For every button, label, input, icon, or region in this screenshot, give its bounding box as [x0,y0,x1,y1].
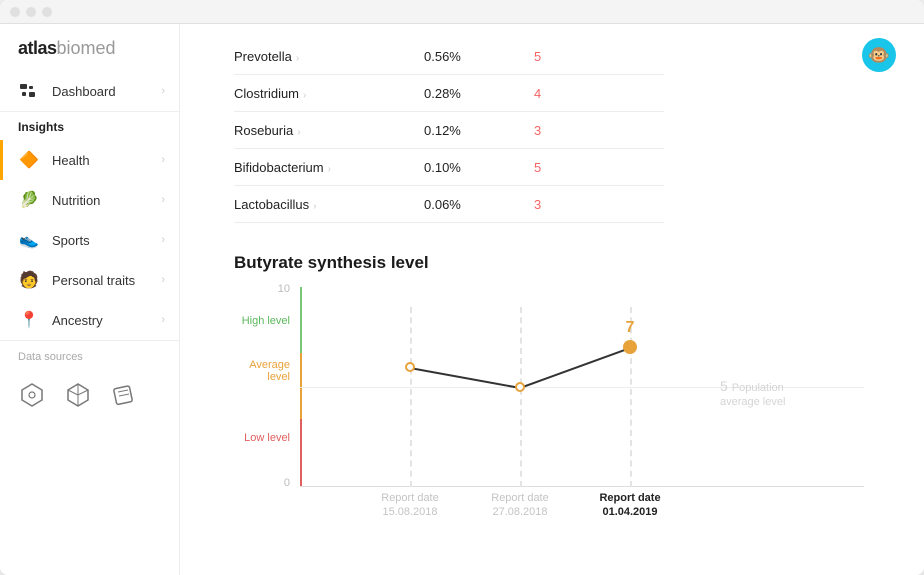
row-percent: 0.06% [424,197,534,212]
sidebar-item-label: Personal traits [52,273,135,288]
traffic-light-dot [26,7,36,17]
data-source-hex-icon[interactable] [18,381,46,409]
sidebar-item-label: Nutrition [52,193,100,208]
row-percent: 0.56% [424,49,534,64]
y-band-high: High level [242,315,290,327]
chevron-right-icon: › [161,194,165,206]
row-name: Roseburia [234,123,293,138]
chevron-right-icon: › [161,154,165,166]
y-tick-max: 10 [278,283,290,295]
sidebar-section-insights: Insights [0,111,179,140]
sidebar: atlasbiomed Dashboard › Insights 🔶 Hea [0,24,180,575]
x-axis-labels: Report date15.08.2018 Report date27.08.20… [300,487,864,517]
row-score: 4 [534,86,541,101]
data-point[interactable] [405,362,415,372]
row-score: 5 [534,49,541,64]
row-score: 3 [534,123,541,138]
chevron-right-icon: › [161,234,165,246]
sidebar-section-data-sources: Data sources [0,340,179,373]
y-axis-labels: 10 High level Average level Low level 0 [234,287,296,487]
row-percent: 0.28% [424,86,534,101]
health-icon: 🔶 [18,149,40,171]
row-percent: 0.12% [424,123,534,138]
sports-icon: 👟 [18,229,40,251]
ancestry-icon: 📍 [18,309,40,331]
chevron-right-icon: › [296,53,299,64]
data-source-cube-icon[interactable] [64,381,92,409]
chevron-right-icon: › [297,127,300,138]
table-row[interactable]: Clostridium › 0.28% 4 [234,75,664,112]
sidebar-item-personal-traits[interactable]: 🧑 Personal traits › [0,260,179,300]
y-tick-min: 0 [284,477,290,489]
avatar[interactable]: 🐵 [862,38,896,72]
nutrition-icon: 🥬 [18,189,40,211]
data-source-card-icon[interactable] [110,381,138,409]
sidebar-item-label: Ancestry [52,313,103,328]
row-name: Bifidobacterium [234,160,324,175]
traffic-light-dot [42,7,52,17]
main-content: 🐵 Prevotella › 0.56% 5 Clostridium › 0.28%… [180,24,924,575]
sidebar-item-dashboard[interactable]: Dashboard › [0,71,179,111]
chevron-right-icon: › [161,314,165,326]
row-percent: 0.10% [424,160,534,175]
butyrate-chart: 10 High level Average level Low level 0 … [234,287,864,517]
row-name: Lactobacillus [234,197,309,212]
line-segment [410,367,520,389]
y-band-average: Average level [234,359,290,383]
brand-strong: atlas [18,38,57,58]
table-row[interactable]: Prevotella › 0.56% 5 [234,38,664,75]
sidebar-item-health[interactable]: 🔶 Health › [0,140,179,180]
row-score: 5 [534,160,541,175]
brand-light: biomed [57,38,116,58]
brand-logo: atlasbiomed [0,38,179,71]
data-point-value: 7 [626,319,635,337]
sidebar-item-label: Health [52,153,90,168]
x-tick-label: Report date01.04.2019 [585,491,675,520]
avatar-icon: 🐵 [868,45,890,66]
line-segment [520,347,631,389]
chevron-right-icon: › [303,90,306,101]
window-titlebar [0,0,924,24]
x-tick-label: Report date27.08.2018 [475,491,565,520]
y-band-low: Low level [244,432,290,444]
table-row[interactable]: Lactobacillus › 0.06% 3 [234,186,664,223]
data-point[interactable] [515,382,525,392]
chevron-right-icon: › [313,201,316,212]
personal-traits-icon: 🧑 [18,269,40,291]
grid-vline [520,307,522,487]
sidebar-item-label: Dashboard [52,84,116,99]
sidebar-item-label: Sports [52,233,90,248]
data-point[interactable] [623,340,637,354]
traffic-light-dot [10,7,20,17]
row-name: Clostridium [234,86,299,101]
bacteria-table: Prevotella › 0.56% 5 Clostridium › 0.28% 4… [234,38,664,223]
chart-title: Butyrate synthesis level [234,253,884,273]
sidebar-item-ancestry[interactable]: 📍 Ancestry › [0,300,179,340]
table-row[interactable]: Roseburia › 0.12% 3 [234,112,664,149]
x-tick-label: Report date15.08.2018 [365,491,455,520]
row-name: Prevotella [234,49,292,64]
chevron-right-icon: › [328,164,331,175]
dashboard-icon [18,80,40,102]
sidebar-item-nutrition[interactable]: 🥬 Nutrition › [0,180,179,220]
row-score: 3 [534,197,541,212]
population-average-value: 5 [720,378,728,394]
plot-area: 7 5Population average level [300,287,864,487]
table-row[interactable]: Bifidobacterium › 0.10% 5 [234,149,664,186]
grid-vline [410,307,412,487]
sidebar-item-sports[interactable]: 👟 Sports › [0,220,179,260]
chevron-right-icon: › [161,274,165,286]
chevron-right-icon: › [161,85,165,97]
population-average-label: 5Population average level [720,377,800,410]
